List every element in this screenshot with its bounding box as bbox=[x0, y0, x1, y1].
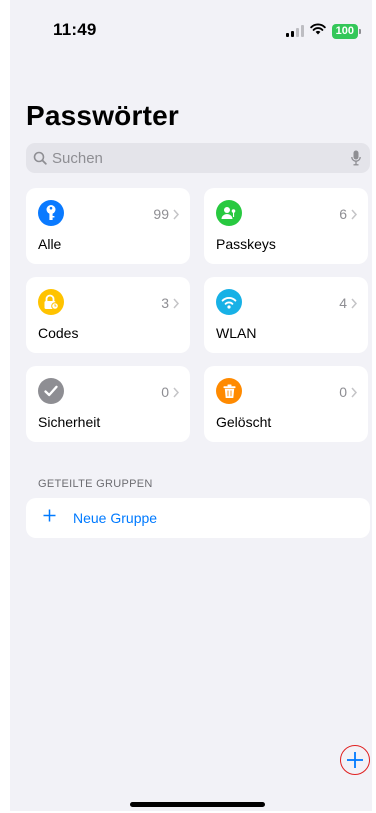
page-title: Passwörter bbox=[26, 100, 179, 131]
category-label: Passkeys bbox=[216, 236, 276, 252]
plus-icon bbox=[347, 752, 363, 768]
cellular-signal-icon bbox=[285, 25, 304, 37]
category-card-security[interactable]: 0 Sicherheit bbox=[26, 366, 190, 442]
trash-icon bbox=[216, 378, 242, 404]
category-label: Sicherheit bbox=[38, 414, 101, 430]
status-icons: 100 bbox=[285, 22, 362, 40]
search-field[interactable]: Suchen bbox=[26, 143, 370, 173]
chevron-right-icon bbox=[351, 387, 357, 397]
category-label: WLAN bbox=[216, 325, 257, 341]
new-group-button[interactable]: Neue Gruppe bbox=[26, 498, 370, 538]
passwords-screen: 11:49 100 Passwörter Suchen 99 Alle 6 Pa… bbox=[10, 0, 372, 811]
category-card-deleted[interactable]: 0 Gelöscht bbox=[204, 366, 368, 442]
chevron-right-icon bbox=[173, 209, 179, 219]
search-placeholder: Suchen bbox=[52, 150, 103, 167]
category-card-passkeys[interactable]: 6 Passkeys bbox=[204, 188, 368, 264]
chevron-right-icon bbox=[351, 298, 357, 308]
shared-groups-header: GETEILTE GRUPPEN bbox=[38, 478, 153, 490]
search-icon bbox=[33, 151, 47, 170]
battery-icon: 100 bbox=[331, 23, 362, 39]
microphone-icon[interactable] bbox=[351, 150, 361, 171]
passkey-person-icon bbox=[216, 200, 242, 226]
category-card-wlan[interactable]: 4 WLAN bbox=[204, 277, 368, 353]
category-count: 6 bbox=[339, 206, 347, 222]
chevron-right-icon bbox=[173, 298, 179, 308]
key-icon bbox=[38, 200, 64, 226]
category-card-codes[interactable]: 3 Codes bbox=[26, 277, 190, 353]
lock-clock-icon bbox=[38, 289, 64, 315]
category-count: 3 bbox=[161, 295, 169, 311]
chevron-right-icon bbox=[351, 209, 357, 219]
category-count: 0 bbox=[161, 384, 169, 400]
new-group-label: Neue Gruppe bbox=[73, 510, 158, 526]
add-password-button[interactable] bbox=[340, 745, 370, 775]
category-label: Codes bbox=[38, 325, 79, 341]
wifi-status-icon bbox=[309, 22, 326, 40]
category-count: 0 bbox=[339, 384, 347, 400]
wifi-icon bbox=[216, 289, 242, 315]
chevron-right-icon bbox=[173, 387, 179, 397]
category-count: 4 bbox=[339, 295, 347, 311]
plus-icon bbox=[43, 509, 56, 527]
category-label: Alle bbox=[38, 236, 62, 252]
checkmark-icon bbox=[38, 378, 64, 404]
category-count: 99 bbox=[153, 206, 169, 222]
category-card-all[interactable]: 99 Alle bbox=[26, 188, 190, 264]
category-label: Gelöscht bbox=[216, 414, 272, 430]
status-time: 11:49 bbox=[53, 20, 97, 39]
home-indicator bbox=[130, 802, 265, 807]
